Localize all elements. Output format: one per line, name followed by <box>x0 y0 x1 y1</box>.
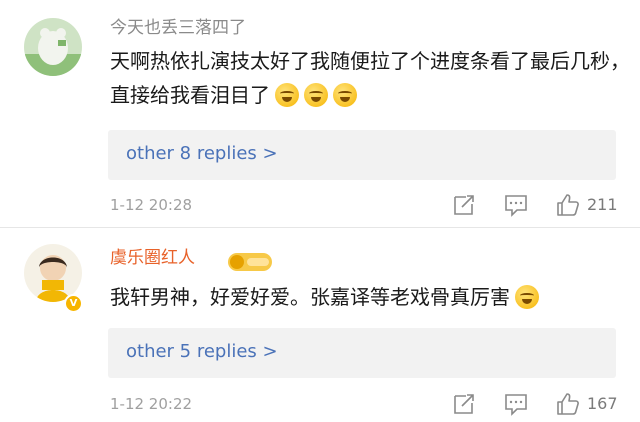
comment-timestamp: 1-12 20:22 <box>110 395 193 413</box>
laugh-cry-emoji <box>333 83 357 107</box>
comment-icon[interactable] <box>504 193 528 217</box>
verified-badge: V <box>64 294 83 313</box>
share-icon[interactable] <box>452 392 476 416</box>
share-icon[interactable] <box>452 193 476 217</box>
laugh-cry-emoji <box>275 83 299 107</box>
vip-level-bar <box>247 258 269 266</box>
replies-box: other 5 replies > <box>108 328 616 378</box>
vip-badge <box>228 253 272 271</box>
like-count: 211 <box>587 195 618 214</box>
comment-text: 天啊热依扎演技太好了我随便拉了个进度条看了最后几秒，直接给我看泪目了 <box>110 49 630 107</box>
like-icon[interactable] <box>556 193 580 217</box>
vip-icon <box>230 255 244 269</box>
like-count: 167 <box>587 394 618 413</box>
view-replies-link[interactable]: other 8 replies > <box>126 142 278 166</box>
username[interactable]: 今天也丢三落四了 <box>110 17 246 39</box>
laugh-cry-emoji <box>304 83 328 107</box>
avatar[interactable] <box>24 18 82 76</box>
crying-emoji <box>515 285 539 309</box>
comment-item: V 虞乐圈红人 我轩男神，好爱好爱。张嘉译等老戏骨真厉害 other 5 rep… <box>0 228 640 422</box>
username[interactable]: 虞乐圈红人 <box>110 247 195 269</box>
comment-item: 今天也丢三落四了 天啊热依扎演技太好了我随便拉了个进度条看了最后几秒，直接给我看… <box>0 0 640 225</box>
comment-text: 我轩男神，好爱好爱。张嘉译等老戏骨真厉害 <box>110 280 630 314</box>
replies-box: other 8 replies > <box>108 130 616 180</box>
comment-timestamp: 1-12 20:28 <box>110 196 193 214</box>
comment-icon[interactable] <box>504 392 528 416</box>
view-replies-link[interactable]: other 5 replies > <box>126 340 278 364</box>
like-icon[interactable] <box>556 392 580 416</box>
